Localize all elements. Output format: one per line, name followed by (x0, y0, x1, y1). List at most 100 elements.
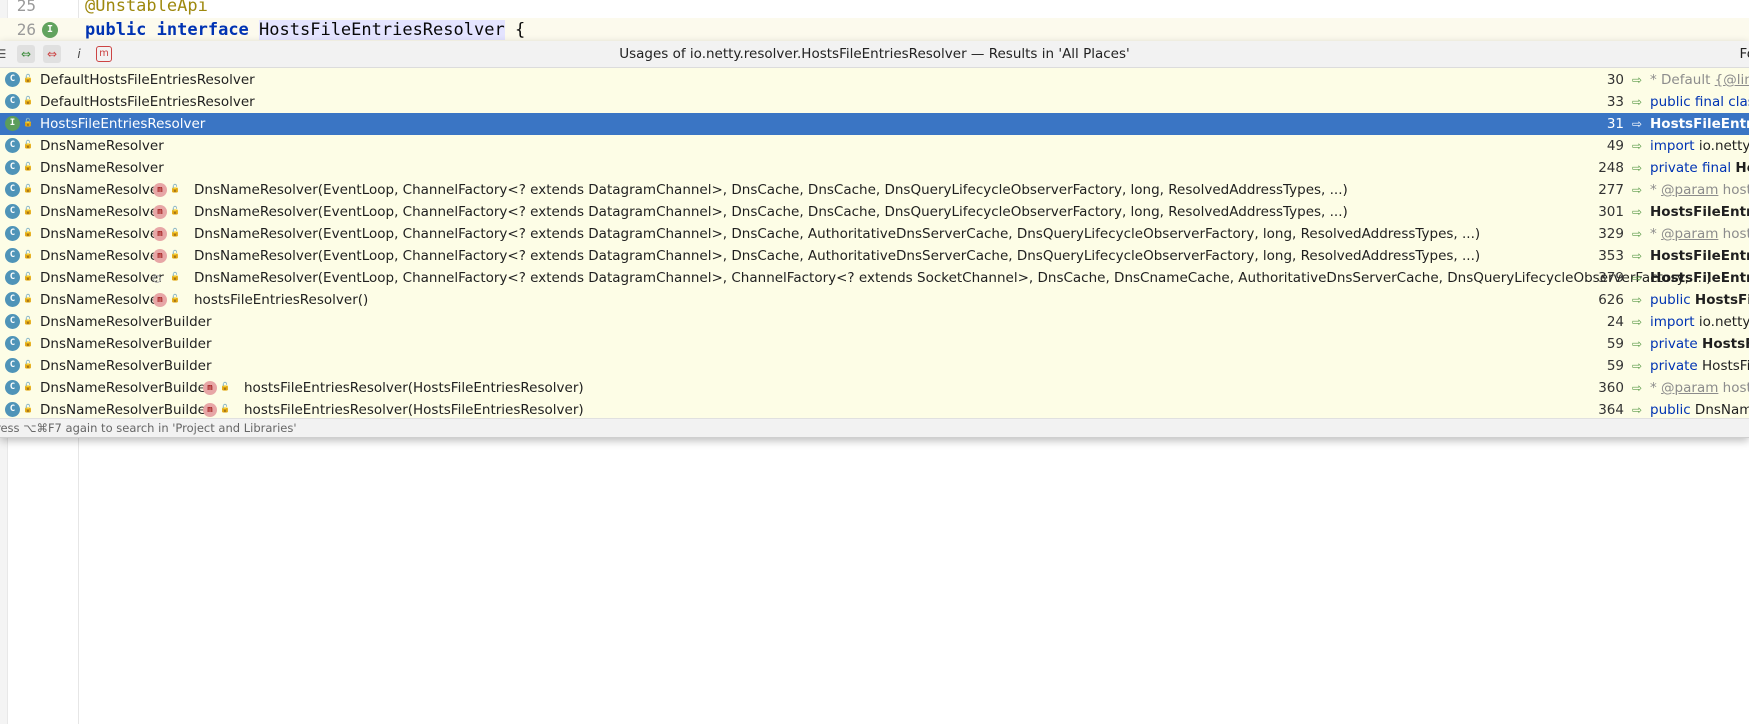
method-icon: m (153, 293, 167, 307)
popup-right-label[interactable]: Fo (1739, 41, 1749, 67)
public-visibility-icon: 🔓 (23, 250, 33, 259)
navigate-to-usage-icon[interactable]: ⇨ (1632, 113, 1642, 135)
usage-row[interactable]: C 🔓 DnsNameResolver m 🔓 DnsNameResolver(Event… (0, 179, 1749, 201)
usage-line-number: 59 (1606, 358, 1624, 374)
member-visibility-icon: 🔓 (170, 184, 180, 193)
code-line-26[interactable]: 26 I public interface HostsFileEntriesRe… (0, 18, 1749, 42)
preview-segment: hosts (1722, 226, 1749, 242)
public-visibility-icon: 🔓 (23, 162, 33, 171)
navigate-to-usage-icon[interactable]: ⇨ (1632, 355, 1642, 377)
preview-segment: Hos (1735, 160, 1749, 176)
public-visibility-icon: 🔓 (23, 338, 33, 347)
usage-class-name: DnsNameResolverBuilder (40, 358, 212, 374)
member-visibility-icon: 🔓 (220, 382, 230, 391)
navigate-to-usage-icon[interactable]: ⇨ (1632, 245, 1642, 267)
usage-member-signature: DnsNameResolver(EventLoop, ChannelFactor… (194, 248, 1481, 264)
usage-class-name: DnsNameResolver (40, 204, 164, 220)
navigate-to-usage-icon[interactable]: ⇨ (1632, 267, 1642, 289)
preview-segment: import (1650, 314, 1699, 330)
navigate-to-usage-icon[interactable]: ⇨ (1632, 135, 1642, 157)
usage-code-preview: private HostsFil (1650, 333, 1749, 355)
usage-row[interactable]: C🔓DnsNameResolvero🔓DnsNameResolver(Event… (0, 267, 1749, 289)
navigate-to-usage-icon[interactable]: ⇨ (1632, 289, 1642, 311)
usage-row[interactable]: C 🔓 DnsNameResolverBuilder 59 ⇨ private Hosts… (0, 333, 1749, 355)
navigate-to-usage-icon[interactable]: ⇨ (1632, 223, 1642, 245)
usage-line-number: 248 (1598, 160, 1624, 176)
usage-line-number: 353 (1598, 248, 1624, 264)
method-icon: m (203, 381, 217, 395)
implemented-by-icon[interactable]: I (42, 22, 58, 38)
usage-row[interactable]: C 🔓 DnsNameResolver m 🔓 DnsNameResolver(Event… (0, 201, 1749, 223)
usage-row[interactable]: C 🔓 DnsNameResolverBuilder 59 ⇨ private Hosts… (0, 355, 1749, 377)
member-visibility-icon: 🔓 (170, 250, 180, 259)
usage-row[interactable]: C 🔓 DnsNameResolver m 🔓 hostsFileEntriesResol… (0, 289, 1749, 311)
annotation-text[interactable]: @UnstableApi (85, 0, 208, 18)
class-icon: C (5, 336, 20, 351)
code-declaration[interactable]: public interface HostsFileEntriesResolve… (85, 18, 525, 42)
usage-row[interactable]: C 🔓 DnsNameResolverBuilder m 🔓 hostsFileEntri… (0, 377, 1749, 399)
class-icon: C (5, 270, 20, 285)
navigate-to-usage-icon[interactable]: ⇨ (1632, 91, 1642, 113)
usage-row[interactable]: C 🔓 DefaultHostsFileEntriesResolver 30 ⇨ * De… (0, 69, 1749, 91)
class-icon: C (5, 248, 20, 263)
line-number: 25 (16, 0, 36, 15)
usage-row[interactable]: C 🔓 DnsNameResolver m 🔓 DnsNameResolver(Event… (0, 223, 1749, 245)
class-icon: C (5, 226, 20, 241)
class-icon: C (5, 182, 20, 197)
navigate-to-usage-icon[interactable]: ⇨ (1632, 333, 1642, 355)
usage-member-signature: DnsNameResolver(EventLoop, ChannelFactor… (194, 204, 1348, 220)
usage-row[interactable]: C 🔓 DnsNameResolverBuilder 24 ⇨ import io.net… (0, 311, 1749, 333)
preview-segment: public (1650, 402, 1695, 418)
usage-row[interactable]: C🔓 DnsNameResolver 248 ⇨ private final Hos (0, 157, 1749, 179)
usage-class-name: DnsNameResolverBuilder (40, 380, 212, 396)
open-brace: { (514, 20, 526, 40)
usage-code-preview: HostsFileEntrie (1650, 245, 1749, 267)
navigate-to-usage-icon[interactable]: ⇨ (1632, 179, 1642, 201)
preview-segment: private (1650, 358, 1703, 374)
public-visibility-icon: 🔓 (23, 272, 33, 281)
usages-popup[interactable]: ☰ ⇔ ⇔ i m Usages of io.netty.resolver.Ho… (0, 41, 1749, 438)
usage-row[interactable]: C 🔓 DnsNameResolver m 🔓 DnsNameResolver(Event… (0, 245, 1749, 267)
usage-row[interactable]: C 🔓 DefaultHostsFileEntriesResolver 33 ⇨ publ… (0, 91, 1749, 113)
preview-segment: HostsFile (1694, 292, 1749, 308)
navigate-to-usage-icon[interactable]: ⇨ (1632, 311, 1642, 333)
usage-line-number: 277 (1598, 182, 1624, 198)
preview-segment: HostsFileEntrie (1650, 204, 1749, 220)
usage-code-preview: HostsFileEntrie (1650, 201, 1749, 223)
usage-row[interactable]: I 🔓 HostsFileEntriesResolver 31 ⇨ HostsFileEn… (0, 113, 1749, 135)
usage-code-preview: import io.netty. (1650, 311, 1749, 333)
preview-segment: HostsFileEntrie (1650, 248, 1749, 264)
constructor-icon: o (153, 275, 161, 283)
public-visibility-icon: 🔓 (23, 228, 33, 237)
usage-code-preview: public final clas (1650, 91, 1749, 113)
navigate-to-usage-icon[interactable]: ⇨ (1632, 157, 1642, 179)
interface-name[interactable]: HostsFileEntriesResolver (259, 20, 505, 40)
usage-row[interactable]: C 🔓 DnsNameResolver 49 ⇨ import io.netty. (0, 135, 1749, 157)
class-icon: C (5, 358, 20, 373)
usage-code-preview: private HostsFil (1650, 355, 1749, 377)
popup-title: Usages of io.netty.resolver.HostsFileEnt… (619, 46, 1130, 62)
usage-line-number: 360 (1598, 380, 1624, 396)
navigate-to-usage-icon[interactable]: ⇨ (1632, 69, 1642, 91)
public-visibility-icon: 🔓 (23, 140, 33, 149)
code-line-25[interactable]: 25 @UnstableApi (0, 0, 1749, 18)
preview-segment: import (1650, 138, 1699, 154)
preview-segment: hosts (1722, 182, 1749, 198)
class-icon: C (5, 72, 20, 87)
public-visibility-icon: 🔓 (23, 404, 33, 413)
usage-code-preview: * @param hosts (1650, 377, 1749, 399)
usage-class-name: DnsNameResolver (40, 138, 164, 154)
usage-code-preview: private final Hos (1650, 157, 1749, 179)
usage-member-signature: DnsNameResolver(EventLoop, ChannelFactor… (194, 226, 1481, 242)
preview-segment: private (1650, 336, 1703, 352)
navigate-to-usage-icon[interactable]: ⇨ (1632, 377, 1642, 399)
footer-hint: ress ⌥⌘F7 again to search in 'Project an… (0, 421, 297, 435)
usages-list[interactable]: C 🔓 DefaultHostsFileEntriesResolver 30 ⇨ * De… (0, 69, 1749, 421)
usage-class-name: DnsNameResolver (40, 182, 164, 198)
public-visibility-icon: 🔓 (23, 118, 33, 127)
class-icon: C (5, 402, 20, 417)
preview-segment: * (1650, 182, 1662, 198)
preview-segment: hosts (1722, 380, 1749, 396)
navigate-to-usage-icon[interactable]: ⇨ (1632, 201, 1642, 223)
class-icon: C (5, 292, 20, 307)
